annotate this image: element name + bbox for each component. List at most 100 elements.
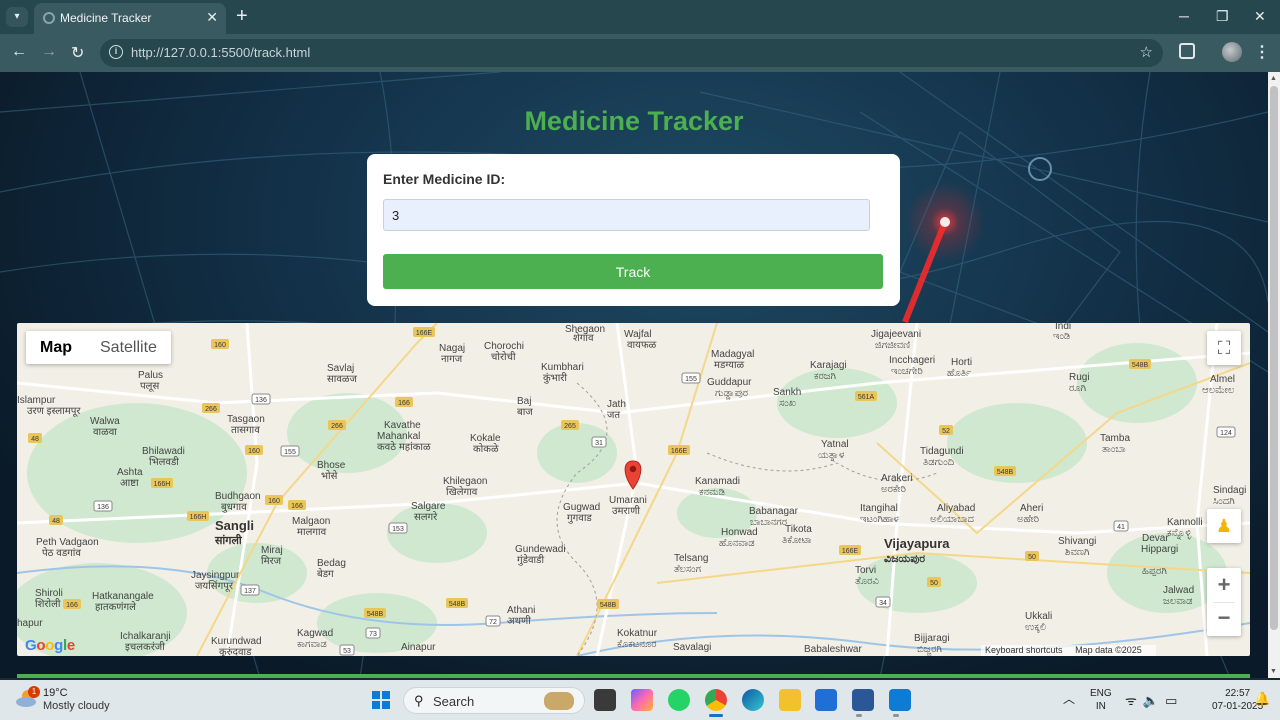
map-label-hapur: hapur [17, 618, 43, 629]
map-type-map-button[interactable]: Map [26, 331, 86, 364]
map-data-credit[interactable]: Map data ©2025 [1075, 645, 1142, 655]
wifi-icon[interactable]: ᯤ [1125, 693, 1143, 708]
road-shield-48: 48 [28, 433, 42, 443]
map-label-babanagar: Babanagar [749, 506, 799, 517]
word-icon[interactable] [852, 689, 874, 711]
fullscreen-icon[interactable]: ⛶ [1207, 331, 1241, 365]
address-bar[interactable]: i http://127.0.0.1:5500/track.html ☆ [100, 39, 1163, 67]
address-url[interactable]: http://127.0.0.1:5500/track.html [131, 45, 310, 60]
profile-avatar[interactable] [1222, 42, 1242, 62]
map-label-shivangi-local: ಶಿವಣಗಿ [1065, 547, 1090, 558]
tab-medicine-tracker[interactable]: Medicine Tracker ✕ [34, 3, 226, 34]
windows-start-icon[interactable] [372, 691, 390, 709]
road-shield-136: 136 [251, 393, 271, 405]
weather-temp[interactable]: 19°C [43, 687, 68, 699]
map-label-athani: Athani [507, 605, 535, 616]
extensions-icon[interactable] [1179, 43, 1195, 59]
map-label-aheri-local: ಅಹೇರಿ [1017, 514, 1039, 525]
site-info-icon[interactable]: i [109, 45, 123, 59]
map-label-walwa: Walwa [90, 416, 120, 427]
pegman-icon[interactable]: ♟ [1207, 509, 1241, 543]
chrome-icon[interactable] [705, 689, 727, 711]
minimize-icon[interactable]: ─ [1179, 8, 1189, 24]
map-label-savlaj-local: सावळज [327, 374, 358, 385]
road-shield-53: 53 [339, 644, 355, 656]
map-label-jath: Jath [607, 399, 626, 410]
svg-text:160: 160 [268, 498, 280, 505]
tab-search-icon[interactable]: ▾ [6, 7, 28, 27]
edge-icon[interactable] [742, 689, 764, 711]
bookmark-star-icon[interactable]: ☆ [1140, 43, 1153, 61]
track-button[interactable]: Track [383, 254, 883, 289]
map-label-tidagundi-local: ತಿಡಗುಂದಿ [923, 457, 955, 468]
tab-close-icon[interactable]: ✕ [206, 9, 218, 26]
map-container[interactable]: Sangli सांगली Vijayapura ವಿಜಯಪುರ Umarani… [17, 323, 1250, 656]
task-view-icon[interactable] [594, 689, 616, 711]
store-icon[interactable] [815, 689, 837, 711]
file-explorer-icon[interactable] [779, 689, 801, 711]
battery-icon[interactable]: ▭ [1165, 693, 1183, 708]
scroll-down-icon[interactable]: ▼ [1270, 668, 1277, 675]
google-logo[interactable]: Google [25, 637, 75, 654]
window-close-icon[interactable]: ✕ [1254, 8, 1266, 25]
road-shield-266b: 266 [328, 420, 346, 430]
map-label-kokale-local: कोकळे [473, 443, 499, 455]
map-label-kokale: Kokale [470, 433, 501, 444]
map-label-baj: Baj [517, 396, 531, 407]
search-label: Search [433, 694, 475, 709]
keyboard-shortcuts-link[interactable]: Keyboard shortcuts [985, 645, 1063, 655]
back-icon[interactable]: ← [11, 43, 27, 61]
svg-text:166E: 166E [416, 330, 433, 337]
map-label-kagwad-local: ಕಾಗವಾಡ [297, 639, 327, 650]
svg-text:50: 50 [1028, 554, 1036, 561]
map-label-madagyal: Madagyal [711, 349, 754, 360]
tray-system-icons[interactable]: ᯤ🔈▭ [1125, 691, 1183, 709]
road-shield-41: 41 [1113, 520, 1129, 532]
map-label-aheri: Aheri [1020, 503, 1043, 514]
reload-icon[interactable]: ↻ [71, 43, 84, 63]
taskbar-search[interactable]: ⚲ Search [403, 687, 585, 714]
weather-condition[interactable]: Mostly cloudy [43, 700, 110, 712]
svg-text:155: 155 [284, 449, 296, 456]
whatsapp-icon[interactable] [668, 689, 690, 711]
map-label-nagaj: Nagaj [439, 343, 465, 354]
road-shield-73: 73 [365, 627, 381, 639]
map-label-hatkanangale: Hatkanangale [92, 591, 154, 602]
map-label-gugwad: Gugwad [563, 502, 600, 513]
map-label-baj-local: बाज [517, 407, 533, 418]
road-shield-548b-c: 548B [364, 608, 386, 618]
map-label-tidagundi: Tidagundi [920, 446, 964, 457]
map-label-malgaon-local: मालगाव [297, 527, 327, 538]
notification-bell-icon[interactable]: 🔔 [1254, 691, 1270, 707]
map-type-satellite-button[interactable]: Satellite [86, 331, 171, 364]
medicine-id-input[interactable] [383, 199, 870, 231]
menu-kebab-icon[interactable]: ⋮ [1254, 42, 1270, 62]
volume-icon[interactable]: 🔈 [1143, 693, 1165, 708]
map-label-athani-local: अथणी [507, 615, 531, 627]
new-tab-plus-icon[interactable]: + [236, 5, 248, 28]
scroll-up-icon[interactable]: ▲ [1270, 75, 1277, 82]
maximize-icon[interactable]: ❐ [1216, 8, 1229, 25]
svg-text:124: 124 [1220, 430, 1232, 437]
map-label-bedag-local: बेडग [317, 568, 334, 580]
road-shield-166h-b: 166H [187, 511, 209, 521]
map-label-incchageri: Incchageri [889, 355, 935, 366]
map-label-tikota-local: ತಿಕೋಟಾ [782, 535, 812, 546]
zoom-out-icon[interactable]: − [1207, 602, 1241, 636]
map-label-kannolli: Kannolli [1167, 517, 1203, 528]
scroll-thumb[interactable] [1270, 86, 1278, 630]
map-label-karajagi-local: ಕರಜಗಿ [814, 371, 837, 382]
copilot-icon[interactable] [631, 689, 653, 711]
map-canvas[interactable]: Sangli सांगली Vijayapura ವಿಜಯಪುರ Umarani… [17, 323, 1250, 656]
word-open-indicator [856, 714, 862, 717]
vscode-icon[interactable] [889, 689, 911, 711]
chrome-active-indicator [709, 714, 723, 717]
forward-icon[interactable]: → [41, 43, 57, 61]
road-shield-50b: 50 [927, 577, 941, 587]
map-label-budhgaon-local: बुधगाव [221, 502, 247, 513]
svg-text:166E: 166E [671, 448, 688, 455]
tray-overflow-chevron-icon[interactable]: ︿ [1063, 690, 1075, 707]
language-indicator[interactable]: ENG IN [1090, 687, 1112, 713]
zoom-in-icon[interactable]: + [1207, 568, 1241, 602]
page-scrollbar[interactable]: ▲ ▼ [1268, 72, 1280, 678]
